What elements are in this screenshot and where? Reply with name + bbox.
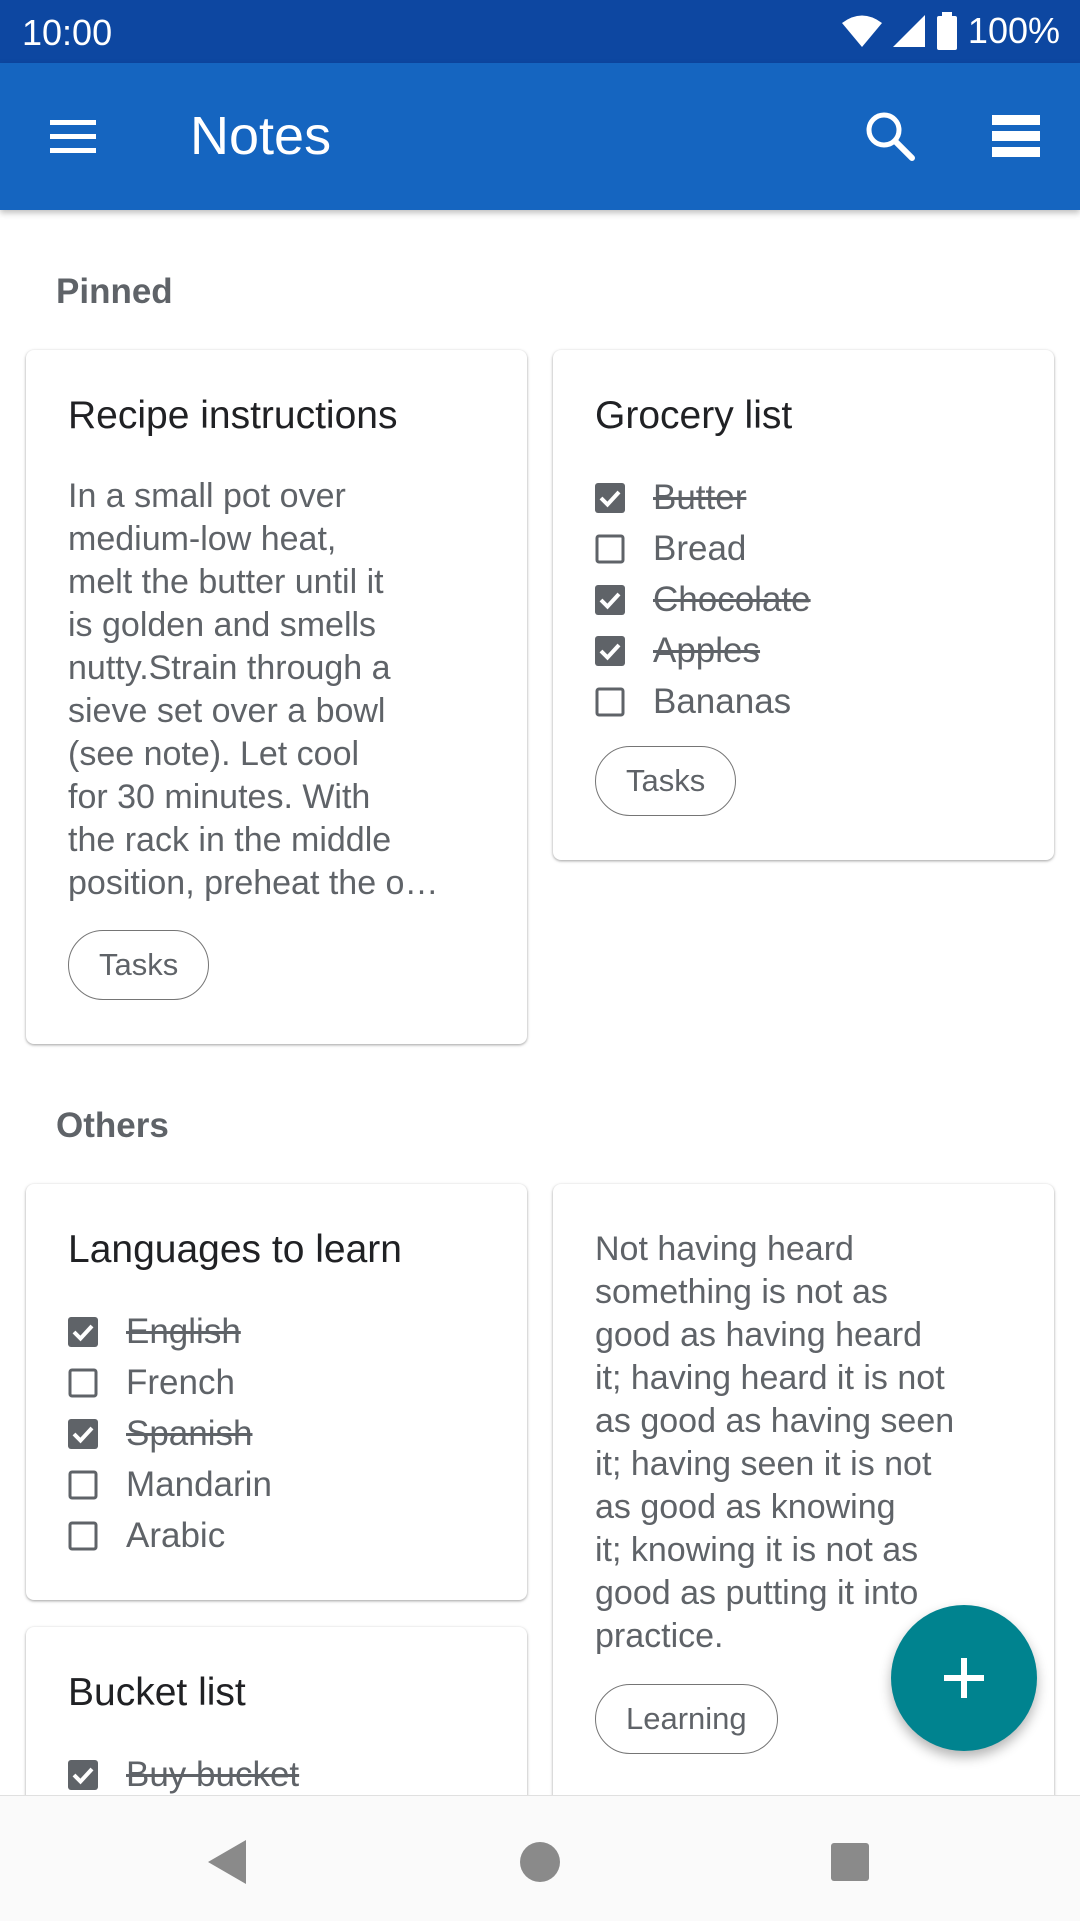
note-body-line: good as having heard: [595, 1316, 923, 1354]
system-nav-bar: [0, 1795, 1080, 1921]
checklist-item-text: Spanish: [126, 1413, 253, 1453]
checkbox-unchecked-icon[interactable]: [68, 1521, 98, 1551]
checkbox-checked-icon[interactable]: [595, 584, 625, 615]
checklist-item: Apples: [595, 625, 811, 676]
checkbox-unchecked-icon[interactable]: [595, 687, 625, 717]
note-body-line: In a small pot over: [68, 477, 346, 515]
wifi-icon: [841, 15, 882, 47]
note-body-line: something is not as: [595, 1273, 888, 1311]
note-body-line: medium-low heat,: [68, 520, 337, 558]
note-body: In a small pot over medium-low heat, mel…: [68, 475, 438, 905]
add-icon: [944, 1658, 984, 1698]
status-time: 10:00: [22, 12, 113, 53]
note-title: Languages to learn: [68, 1228, 402, 1271]
checklist: English French Spanish Mandarin Arabic: [68, 1306, 272, 1561]
recents-button[interactable]: [820, 1832, 880, 1892]
search-button[interactable]: [862, 108, 918, 164]
checkbox-unchecked-icon[interactable]: [68, 1470, 98, 1500]
note-title: Grocery list: [595, 394, 793, 437]
checklist-item-text: Bread: [653, 528, 747, 568]
checklist-item-text: Butter: [653, 477, 747, 517]
checkbox-checked-icon[interactable]: [68, 1759, 98, 1790]
checklist-item-text: French: [126, 1362, 235, 1402]
home-icon: [520, 1842, 560, 1882]
note-body-line: as good as knowing: [595, 1488, 896, 1526]
checkbox-checked-icon[interactable]: [68, 1316, 98, 1347]
note-title: Bucket list: [68, 1671, 246, 1714]
app-title: Notes: [190, 106, 332, 166]
note-body-line: melt the butter until it: [68, 563, 384, 601]
checklist-item: English: [68, 1306, 272, 1357]
note-card-grocery[interactable]: Grocery list Butter Bread Chocolate Appl…: [553, 350, 1054, 860]
status-icons: 100%: [841, 10, 1060, 52]
checkbox-checked-icon[interactable]: [68, 1418, 98, 1449]
recents-icon: [831, 1843, 869, 1881]
checklist-item: Chocolate: [595, 574, 811, 625]
checkbox-unchecked-icon[interactable]: [68, 1368, 98, 1398]
label-chip-tasks[interactable]: Tasks: [595, 746, 737, 816]
menu-icon: [50, 120, 96, 153]
note-title: Recipe instructions: [68, 394, 398, 437]
note-body-line: nutty.Strain through a: [68, 649, 391, 687]
note-body-line: good as putting it into: [595, 1574, 919, 1612]
checklist: Buy bucket: [68, 1749, 299, 1800]
note-body-line: as good as having seen: [595, 1402, 955, 1440]
checklist-item: Bananas: [595, 676, 811, 727]
home-button[interactable]: [510, 1832, 570, 1892]
note-card-languages[interactable]: Languages to learn English French Spanis…: [26, 1184, 527, 1600]
note-body-line: Not having heard: [595, 1230, 854, 1268]
checklist-item-text: English: [126, 1311, 241, 1351]
cellular-signal-icon: [892, 15, 925, 47]
checklist-item: Spanish: [68, 1408, 272, 1459]
back-button[interactable]: [198, 1832, 258, 1892]
checklist-item-text: Mandarin: [126, 1464, 272, 1504]
view-list-icon: [992, 115, 1040, 157]
add-note-button[interactable]: [891, 1605, 1037, 1751]
section-title-pinned: Pinned: [56, 272, 173, 311]
checklist-item: French: [68, 1357, 272, 1408]
note-body-line: position, preheat the o…: [68, 864, 439, 902]
note-body-line: it; knowing it is not as: [595, 1531, 919, 1569]
note-body-line: sieve set over a bowl: [68, 692, 386, 730]
battery-icon: [936, 12, 957, 50]
checkbox-unchecked-icon[interactable]: [595, 534, 625, 564]
checklist-item: Bread: [595, 523, 811, 574]
note-body-line: is golden and smells: [68, 606, 377, 644]
note-body-line: it; having heard it is not: [595, 1359, 945, 1397]
checklist-item: Arabic: [68, 1510, 272, 1561]
status-bar: 10:00 100%: [0, 0, 1080, 63]
note-body-line: (see note). Let cool: [68, 735, 360, 773]
note-body: Not having heard something is not as goo…: [595, 1228, 954, 1658]
section-title-others: Others: [56, 1106, 169, 1145]
checkbox-checked-icon[interactable]: [595, 482, 625, 513]
battery-percent: 100%: [967, 10, 1060, 51]
app-bar: Notes: [0, 63, 1080, 210]
checklist-item: Butter: [595, 472, 811, 523]
label-chip-learning[interactable]: Learning: [595, 1684, 778, 1754]
note-card-recipe[interactable]: Recipe instructions In a small pot over …: [26, 350, 527, 1044]
note-body-line: the rack in the middle: [68, 821, 392, 859]
checklist-item-text: Buy bucket: [126, 1754, 300, 1794]
label-chip-tasks[interactable]: Tasks: [68, 930, 210, 1000]
checklist-item-text: Chocolate: [653, 579, 811, 619]
view-toggle-button[interactable]: [990, 113, 1042, 159]
search-icon: [866, 112, 915, 161]
menu-button[interactable]: [44, 113, 104, 159]
checklist-item-text: Bananas: [653, 681, 792, 721]
back-icon: [208, 1840, 246, 1884]
checklist-item-text: Arabic: [126, 1515, 226, 1555]
checkbox-checked-icon[interactable]: [595, 635, 625, 666]
checklist-item: Buy bucket: [68, 1749, 299, 1800]
checklist-item-text: Apples: [653, 630, 761, 670]
note-body-line: it; having seen it is not: [595, 1445, 932, 1483]
note-body-line: for 30 minutes. With: [68, 778, 371, 816]
checklist-item: Mandarin: [68, 1459, 272, 1510]
checklist: Butter Bread Chocolate Apples Bananas: [595, 472, 811, 727]
